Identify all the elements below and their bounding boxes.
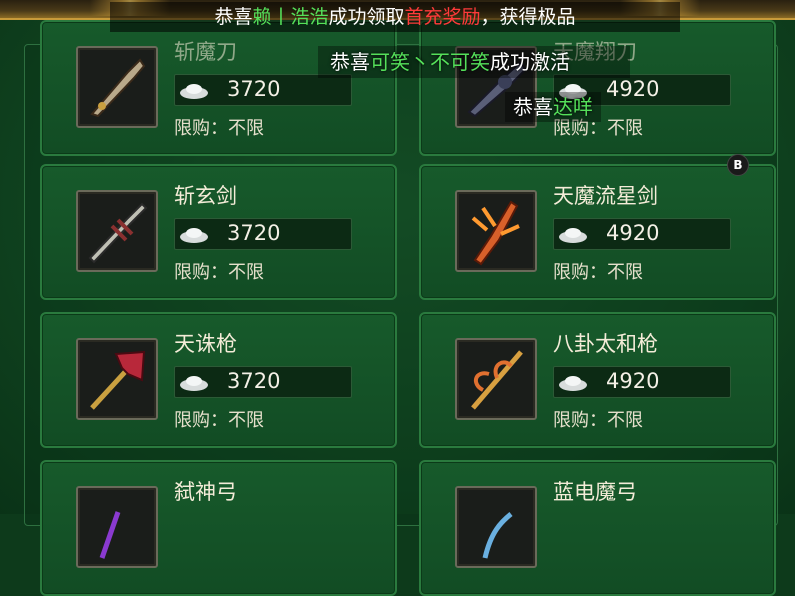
purchase-limit: 限购：不限: [174, 410, 264, 431]
item-name: 八卦太和枪: [553, 332, 658, 356]
shop-item-card[interactable]: 天魔流星剑 4920 限购：不限: [419, 164, 776, 300]
ticker-reward: 首充奖励: [404, 6, 481, 28]
silver-ingot-icon: [559, 228, 587, 243]
blue-bow-icon: [455, 486, 537, 568]
silver-ingot-icon: [180, 376, 208, 391]
price-box: 4920: [553, 366, 731, 398]
silver-ingot-icon: [180, 228, 208, 243]
notice-player-name: 达咩: [553, 95, 593, 119]
shop-item-card[interactable]: 天魔翔刀 4920 限购：不限: [419, 20, 776, 156]
purchase-limit: 限购：不限: [174, 118, 264, 139]
price-box: 3720: [174, 218, 352, 250]
item-name: 天魔流星剑: [553, 184, 658, 208]
item-price: 4920: [606, 221, 660, 245]
purchase-limit: 限购：不限: [553, 410, 643, 431]
shop-item-card[interactable]: 八卦太和枪 4920 限购：不限: [419, 312, 776, 448]
item-price: 3720: [227, 369, 281, 393]
congrats-notice: 恭喜达咩: [505, 92, 601, 122]
purchase-limit: 限购：不限: [553, 262, 643, 283]
silver-ingot-icon: [180, 84, 208, 99]
price-box: 3720: [174, 366, 352, 398]
item-price: 4920: [606, 77, 660, 101]
item-name: 蓝电魔弓: [553, 480, 637, 504]
price-box: 4920: [553, 218, 731, 250]
item-price: 3720: [227, 77, 281, 101]
shop-item-card[interactable]: 斩玄剑 3720 限购：不限: [40, 164, 397, 300]
item-name: 斩玄剑: [174, 184, 237, 208]
shop-item-card[interactable]: 天诛枪 3720 限购：不限: [40, 312, 397, 448]
notice-suffix: 成功激活: [490, 50, 570, 74]
price-box: 3720: [174, 74, 352, 106]
item-name: 弑神弓: [174, 480, 237, 504]
shop-item-card[interactable]: 斩魔刀 3720 限购：不限: [40, 20, 397, 156]
purchase-limit: 限购：不限: [174, 262, 264, 283]
ticker-player-name: 赖丨浩浩: [252, 6, 329, 28]
item-price: 4920: [606, 369, 660, 393]
sword-icon: [76, 190, 158, 272]
broadcast-ticker: 恭喜赖丨浩浩成功领取首充奖励，获得极品: [110, 2, 680, 32]
shop-item-card[interactable]: 弑神弓: [40, 460, 397, 596]
notice-prefix: 恭喜: [513, 95, 553, 119]
saber-icon: [76, 46, 158, 128]
shop-item-card[interactable]: 蓝电魔弓: [419, 460, 776, 596]
activation-notice: 恭喜可笑丶不可笑成功激活: [318, 46, 630, 78]
notice-player-name: 可笑丶不可笑: [370, 50, 490, 74]
item-price: 3720: [227, 221, 281, 245]
ticker-suffix: ，获得极品: [480, 6, 576, 28]
b-badge-button[interactable]: B: [727, 154, 749, 176]
item-name: 斩魔刀: [174, 40, 237, 64]
flame-sword-icon: [455, 190, 537, 272]
spear-icon: [76, 338, 158, 420]
ticker-prefix: 恭喜: [214, 6, 253, 28]
ticker-middle: 成功领取: [328, 6, 405, 28]
silver-ingot-icon: [559, 376, 587, 391]
notice-prefix: 恭喜: [330, 50, 370, 74]
bow-icon: [76, 486, 158, 568]
item-name: 天诛枪: [174, 332, 237, 356]
gold-spear-icon: [455, 338, 537, 420]
